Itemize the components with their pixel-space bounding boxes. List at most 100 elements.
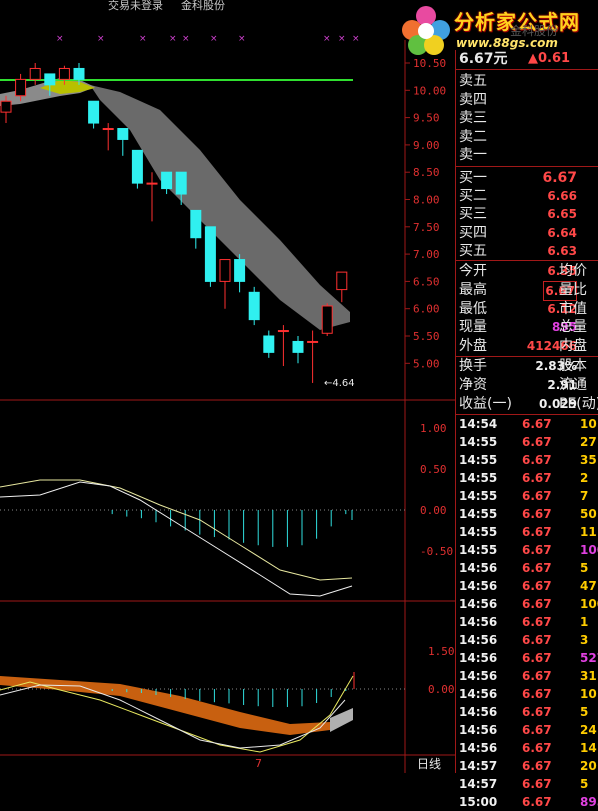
ask-label: 卖一 — [459, 147, 487, 164]
candle-body — [131, 149, 143, 184]
ind2-band-grey — [330, 708, 353, 732]
bid-row: 买三 6.65 — [456, 205, 598, 223]
tick-volume: 11 — [580, 525, 597, 539]
tick-time: 14:56 — [459, 669, 498, 683]
kline-chart[interactable]: × × × × × × × × × × ←4.64 10.50 10.00 9.50 9.00 8.5… — [0, 0, 455, 773]
tick-row: 14:55 6.67 50 — [456, 505, 598, 523]
tick-row: 14:57 6.67 5 — [456, 775, 598, 793]
ind2-tick-label: 1.50 — [428, 645, 455, 658]
fin-row: 收益(一) 0.029 PE(动) — [456, 395, 598, 413]
candle-body — [73, 67, 85, 80]
price-tick-label: 5.00 — [413, 357, 440, 370]
bid-row: 买五 6.63 — [456, 242, 598, 260]
tick-price: 6.67 — [522, 615, 552, 629]
tick-row: 14:56 6.67 5 — [456, 559, 598, 577]
stat-label: 今开 — [459, 263, 487, 279]
price-tick-label: 6.00 — [413, 303, 440, 316]
fin-label: 净资 — [459, 377, 487, 393]
tick-time: 14:55 — [459, 525, 498, 539]
tick-time: 14:56 — [459, 705, 498, 719]
macd-tick-label: 0.00 — [420, 504, 447, 517]
svg-text:×: × — [323, 34, 331, 44]
tick-time: 14:56 — [459, 597, 498, 611]
bid-price: 6.66 — [547, 189, 577, 204]
price-tick-label: 10.00 — [413, 84, 446, 97]
stat-label: 外盘 — [459, 338, 487, 355]
stat-label2: 内盘 — [559, 338, 587, 355]
candle-body — [263, 335, 275, 353]
price-tick-label: 9.50 — [413, 112, 440, 125]
tick-time: 14:55 — [459, 489, 498, 503]
price-tick-label: 7.00 — [413, 248, 440, 261]
tick-volume: 35 — [580, 453, 597, 467]
ask-label: 卖二 — [459, 128, 487, 145]
candle-body — [277, 330, 289, 333]
tick-row: 14:55 6.67 7 — [456, 487, 598, 505]
price-tick-label: 10.50 — [413, 57, 446, 70]
candle-body — [204, 226, 216, 282]
fin-label2: PE(动) — [559, 396, 598, 412]
tick-row: 14:56 6.67 31 — [456, 667, 598, 685]
period-label[interactable]: 日线 — [405, 756, 453, 773]
stat-row: 外盘 412466 内盘 — [456, 337, 598, 355]
tick-volume: 5 — [580, 705, 589, 719]
signal-markers: × × × × × × × × × × — [56, 34, 360, 44]
tick-price: 6.67 — [522, 543, 552, 557]
ask-row: 卖一 — [456, 146, 598, 164]
bid-price: 6.64 — [547, 225, 577, 240]
tick-time: 14:54 — [459, 417, 498, 431]
tick-price: 6.67 — [522, 777, 552, 791]
tick-time: 14:56 — [459, 651, 498, 665]
tick-row: 14:56 6.67 10 — [456, 685, 598, 703]
tick-time: 14:56 — [459, 741, 498, 755]
stat-label2: 量比 — [559, 281, 587, 298]
tick-price: 6.67 — [522, 453, 552, 467]
tick-volume: 895 — [580, 795, 598, 809]
svg-text:×: × — [56, 34, 64, 44]
candle-body — [175, 171, 187, 195]
candle-body — [44, 73, 56, 86]
svg-text:×: × — [169, 34, 177, 44]
tick-price: 6.67 — [522, 489, 552, 503]
tick-volume: 50 — [580, 507, 597, 521]
candle-body — [0, 100, 12, 113]
tick-row: 14:55 6.67 11 — [456, 523, 598, 541]
ma-band — [90, 85, 350, 330]
tick-time: 14:55 — [459, 453, 498, 467]
stat-label2: 市值 — [559, 300, 587, 317]
bid-price: 6.63 — [547, 243, 577, 258]
bid-row: 买四 6.64 — [456, 224, 598, 242]
tick-volume: 527 — [580, 651, 598, 665]
stat-label: 现量 — [459, 319, 487, 336]
tick-volume: 20 — [580, 759, 597, 773]
price-tick-label: 6.50 — [413, 275, 440, 288]
tick-price: 6.67 — [522, 723, 552, 737]
ind2-axis: 1.50 0.00 — [428, 645, 455, 696]
stat-label: 最高 — [459, 281, 487, 298]
tick-price: 6.67 — [522, 507, 552, 521]
tick-volume: 5 — [580, 777, 589, 791]
macd-tick-label: -0.50 — [420, 545, 453, 558]
candle-body — [29, 67, 41, 80]
tick-row: 14:56 6.67 1 — [456, 613, 598, 631]
tick-volume: 31 — [580, 669, 597, 683]
candle-body — [88, 100, 100, 124]
tick-row: 14:55 6.67 27 — [456, 433, 598, 451]
fin-label: 收益(一) — [459, 396, 512, 412]
price-change: ▲0.61 — [528, 51, 571, 66]
candle-body — [234, 259, 246, 282]
tick-time: 14:55 — [459, 543, 498, 557]
bid-label: 买二 — [459, 188, 487, 205]
tick-price: 6.67 — [522, 669, 552, 683]
bid-label: 买四 — [459, 224, 487, 241]
tick-price: 6.67 — [522, 795, 552, 809]
tick-row: 14:55 6.67 35 — [456, 451, 598, 469]
tick-price: 6.67 — [522, 687, 552, 701]
tick-volume: 3 — [580, 633, 589, 647]
tick-row: 14:56 6.67 5 — [456, 703, 598, 721]
tick-volume: 14 — [580, 741, 597, 755]
ask-label: 卖四 — [459, 91, 487, 108]
candle-body — [248, 291, 260, 321]
bid-label: 买一 — [459, 170, 487, 186]
tick-time: 14:57 — [459, 777, 498, 791]
